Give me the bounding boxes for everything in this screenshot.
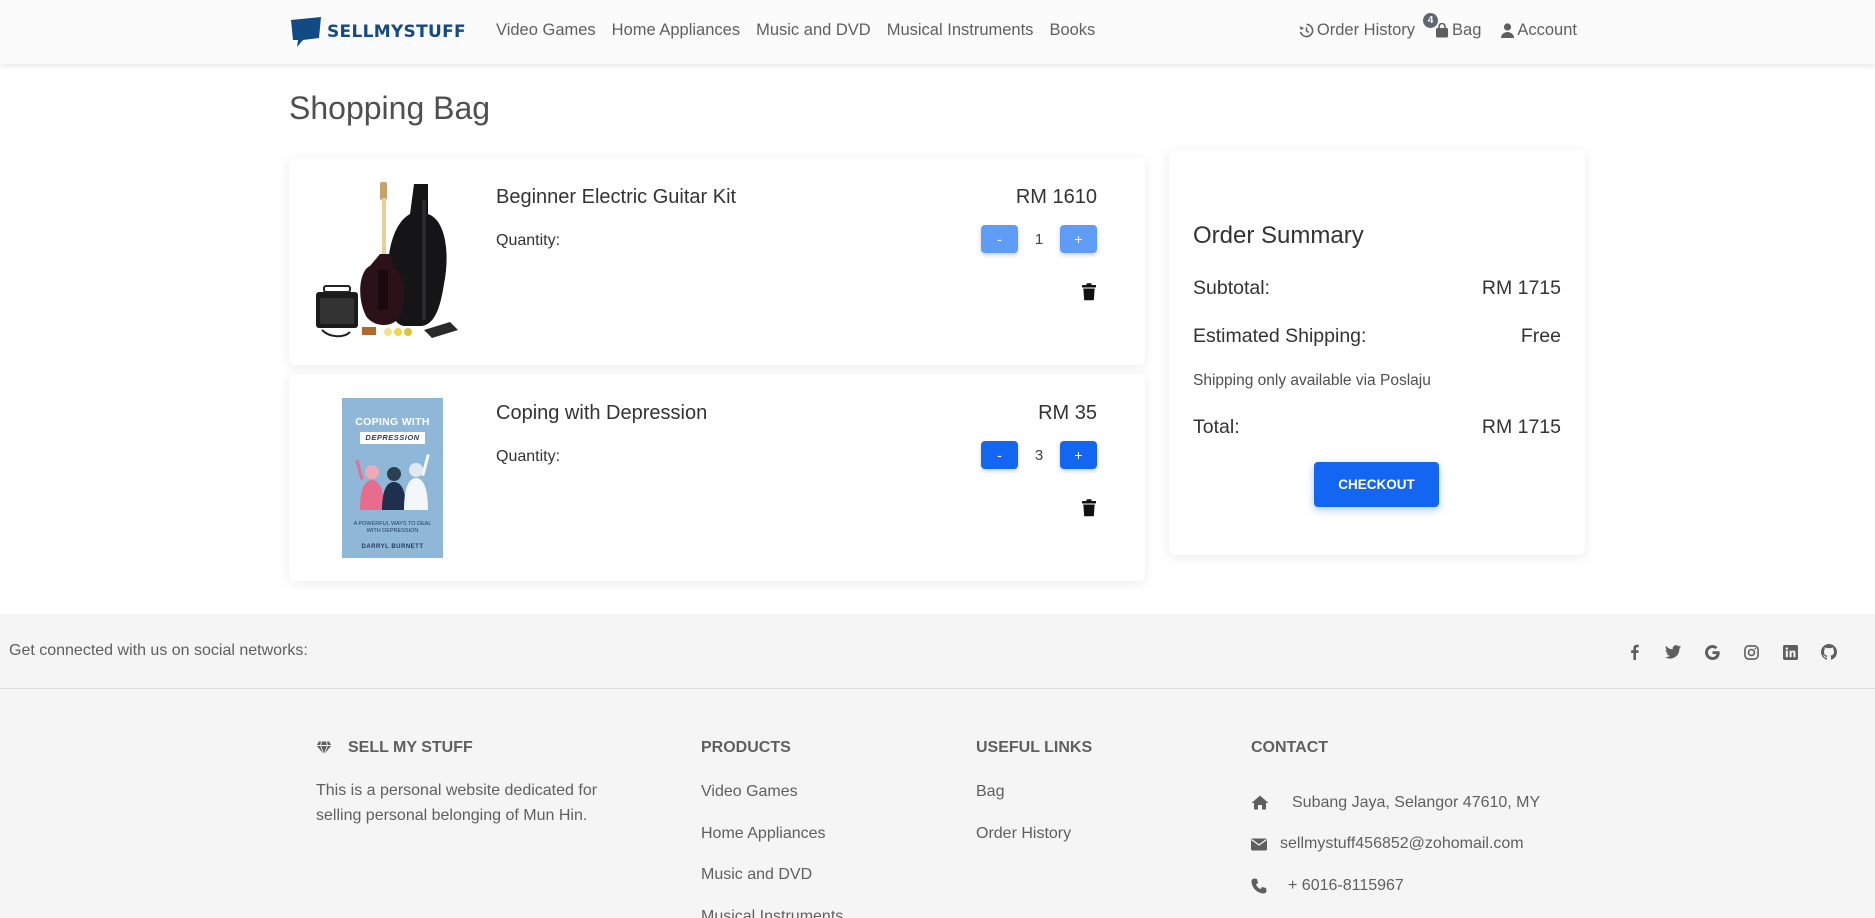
shipping-label: Estimated Shipping: <box>1193 325 1367 347</box>
bag-count-badge: 4 <box>1423 13 1439 28</box>
footer-link-music-dvd[interactable]: Music and DVD <box>701 865 843 907</box>
bag-icon <box>1436 23 1449 38</box>
page-title: Shopping Bag <box>289 90 491 126</box>
increase-quantity-button[interactable]: + <box>1060 225 1097 253</box>
contact-address-text: Subang Jaya, Selangor 47610, MY <box>1292 793 1541 811</box>
brand-logo-icon <box>291 17 321 47</box>
item-name[interactable]: Coping with Depression <box>496 402 707 425</box>
footer-about-column: SELL MY STUFF This is a personal website… <box>316 738 606 828</box>
total-label: Total: <box>1193 416 1240 438</box>
footer-contact-list: Subang Jaya, Selangor 47610, MY sellmyst… <box>1251 782 1540 907</box>
social-bar: Get connected with us on social networks… <box>0 614 1875 689</box>
twitter-icon[interactable] <box>1663 642 1683 662</box>
total-row: Total: RM 1715 <box>1193 416 1561 439</box>
electric-guitar-kit-image <box>316 182 458 338</box>
nav-link-musical-instruments[interactable]: Musical Instruments <box>887 21 1034 40</box>
history-icon <box>1299 23 1314 38</box>
instagram-icon[interactable] <box>1741 642 1761 662</box>
decrease-quantity-button[interactable]: - <box>981 225 1018 253</box>
book-cover-author: DARRYL BURNETT <box>361 544 424 550</box>
footer-contact-column: CONTACT Subang Jaya, Selangor 47610, MY … <box>1251 738 1540 907</box>
contact-phone-text: + 6016-8115967 <box>1288 876 1404 894</box>
footer-link-video-games[interactable]: Video Games <box>701 782 843 824</box>
total-value: RM 1715 <box>1481 416 1561 438</box>
linkedin-icon[interactable] <box>1780 642 1800 662</box>
footer-link-musical-instruments[interactable]: Musical Instruments <box>701 907 843 918</box>
nav-bag[interactable]: 4 Bag <box>1423 13 1482 40</box>
increase-quantity-button[interactable]: + <box>1060 441 1097 469</box>
nav-user-menu: Order History 4 Bag Account <box>1279 13 1577 40</box>
footer-link-home-appliances[interactable]: Home Appliances <box>701 824 843 866</box>
footer-useful-column: USEFUL LINKS Bag Order History <box>976 738 1092 865</box>
footer-useful-list: Bag Order History <box>976 782 1092 865</box>
item-price: RM 1610 <box>1015 186 1097 208</box>
footer-products-list: Video Games Home Appliances Music and DV… <box>701 782 843 918</box>
footer-products-title: PRODUCTS <box>701 739 791 756</box>
cart-item: Beginner Electric Guitar Kit RM 1610 Qua… <box>289 158 1145 365</box>
checkout-button[interactable]: CHECKOUT <box>1314 462 1439 507</box>
cart-item: COPING WITH DEPRESSION A POWERFUL WAYS T… <box>289 374 1145 581</box>
brand-logo-link[interactable]: SELLMYSTUFF <box>289 16 466 48</box>
footer-contact-title: CONTACT <box>1251 739 1329 756</box>
item-price: RM 35 <box>1038 402 1097 424</box>
footer-about-title: SELL MY STUFF <box>316 738 606 758</box>
footer-link-bag[interactable]: Bag <box>976 782 1092 824</box>
home-icon <box>1251 795 1269 810</box>
item-name[interactable]: Beginner Electric Guitar Kit <box>496 186 736 209</box>
user-icon <box>1501 23 1515 38</box>
gem-icon <box>316 741 332 755</box>
shipping-note: Shipping only available via Poslaju <box>1193 372 1431 389</box>
subtotal-row: Subtotal: RM 1715 <box>1193 277 1561 300</box>
subtotal-label: Subtotal: <box>1193 277 1270 299</box>
order-summary-title: Order Summary <box>1193 222 1364 249</box>
quantity-label: Quantity: <box>496 232 561 249</box>
nav-bag-label: Bag <box>1452 21 1482 39</box>
nav-link-video-games[interactable]: Video Games <box>496 21 596 40</box>
footer-link-order-history[interactable]: Order History <box>976 824 1092 866</box>
trash-icon[interactable] <box>1081 499 1097 517</box>
contact-email-text[interactable]: sellmystuff456852@zohomail.com <box>1280 835 1524 853</box>
shipping-value: Free <box>1520 325 1561 347</box>
book-cover-title-box: DEPRESSION <box>360 432 425 444</box>
social-text: Get connected with us on social networks… <box>9 642 308 659</box>
nav-categories: Video Games Home Appliances Music and DV… <box>496 21 1111 40</box>
github-icon[interactable] <box>1819 642 1839 662</box>
shipping-row: Estimated Shipping: Free <box>1193 325 1561 348</box>
book-cover-subtitle: A POWERFUL WAYS TO DEAL WITH DEPRESSION <box>353 521 432 534</box>
book-cover-illustration <box>355 454 430 510</box>
phone-icon <box>1251 878 1267 894</box>
nav-link-music-dvd[interactable]: Music and DVD <box>756 21 871 40</box>
facebook-icon[interactable] <box>1624 642 1644 662</box>
footer: Get connected with us on social networks… <box>0 614 1875 918</box>
quantity-value: 1 <box>1034 230 1044 248</box>
contact-email: sellmystuff456852@zohomail.com <box>1251 824 1540 866</box>
google-icon[interactable] <box>1702 642 1722 662</box>
subtotal-value: RM 1715 <box>1481 277 1561 299</box>
nav-account-label: Account <box>1517 21 1577 39</box>
quantity-stepper: - 3 + <box>981 441 1097 469</box>
contact-address: Subang Jaya, Selangor 47610, MY <box>1251 782 1540 824</box>
order-summary-card: Order Summary Subtotal: RM 1715 Estimate… <box>1169 150 1585 555</box>
brand-name: SELLMYSTUFF <box>327 22 466 42</box>
quantity-label: Quantity: <box>496 448 561 465</box>
contact-phone: + 6016-8115967 <box>1251 865 1540 907</box>
social-icons <box>1605 642 1839 662</box>
nav-order-history[interactable]: Order History <box>1299 21 1415 40</box>
footer-products-column: PRODUCTS Video Games Home Appliances Mus… <box>701 738 843 918</box>
trash-icon[interactable] <box>1081 283 1097 301</box>
decrease-quantity-button[interactable]: - <box>981 441 1018 469</box>
quantity-stepper: - 1 + <box>981 225 1097 253</box>
footer-about-text: This is a personal website dedicated for… <box>316 782 598 824</box>
navbar: SELLMYSTUFF Video Games Home Appliances … <box>0 0 1875 64</box>
book-cover-title: COPING WITH <box>355 416 430 428</box>
envelope-icon <box>1251 838 1267 851</box>
footer-about-title-text: SELL MY STUFF <box>348 739 473 756</box>
nav-order-history-label: Order History <box>1316 21 1416 39</box>
book-cover-image: COPING WITH DEPRESSION A POWERFUL WAYS T… <box>342 398 443 558</box>
footer-useful-title: USEFUL LINKS <box>976 739 1093 756</box>
nav-link-books[interactable]: Books <box>1049 21 1095 40</box>
nav-link-home-appliances[interactable]: Home Appliances <box>612 21 740 40</box>
nav-account[interactable]: Account <box>1501 21 1577 40</box>
quantity-value: 3 <box>1034 446 1044 464</box>
